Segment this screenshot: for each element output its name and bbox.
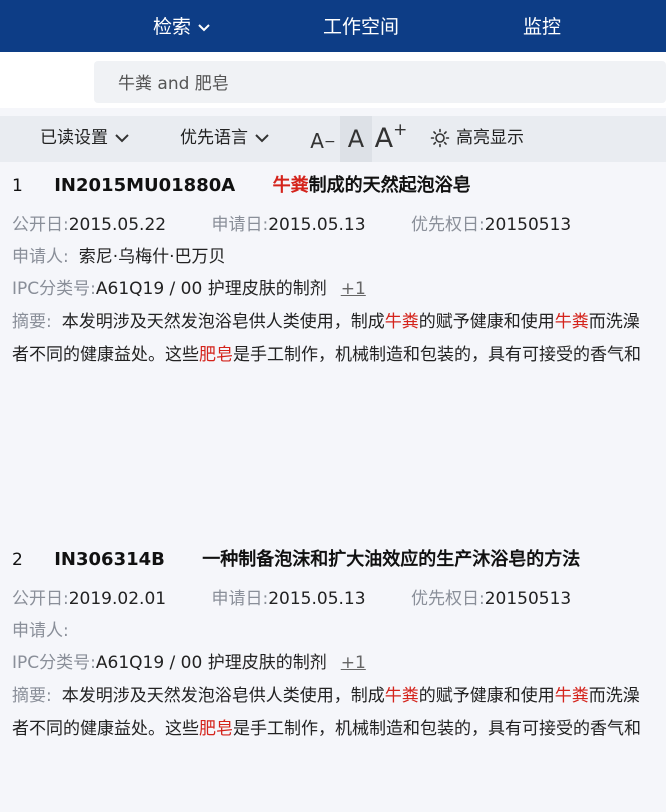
ipc-row: IPC分类号:A61Q19 / 00 护理皮肤的制剂 +1 (12, 648, 366, 673)
priority-date-label: 优先权日: (410, 589, 485, 609)
nav-search[interactable]: 检索 (153, 0, 211, 52)
result-header: 1 IN2015MU01880A 牛粪制成的天然起泡浴皂 (12, 171, 471, 197)
font-smaller-button[interactable]: A− (308, 116, 338, 162)
priority-date-value: 20150513 (484, 589, 572, 609)
ipc-row: IPC分类号:A61Q19 / 00 护理皮肤的制剂 +1 (12, 274, 366, 299)
title-text: 制成的天然起泡浴皂 (308, 175, 471, 196)
nav-workspace[interactable]: 工作空间 (323, 0, 399, 52)
search-box (94, 61, 666, 103)
chevron-down-icon (198, 23, 210, 31)
app-date-value: 2015.05.13 (268, 589, 366, 609)
patent-title[interactable]: 牛粪制成的天然起泡浴皂 (273, 175, 471, 196)
title-text: 一种制备泡沫和扩大油效应的生产沐浴皂的方法 (202, 549, 581, 570)
chevron-down-icon (115, 134, 129, 143)
highlight-toggle[interactable]: 高亮显示 (430, 116, 524, 162)
read-settings-dropdown[interactable]: 已读设置 (40, 116, 130, 162)
ipc-more-link[interactable]: +1 (341, 653, 366, 673)
abstract-text: 者不同的健康益处。这些 (12, 719, 199, 739)
app-date-value: 2015.05.13 (268, 215, 366, 235)
title-highlight: 牛粪 (272, 175, 309, 196)
applicant-row: 申请人: (12, 616, 79, 641)
abstract-text: 的赋予健康和使用 (418, 312, 555, 332)
priority-language-dropdown[interactable]: 优先语言 (180, 116, 270, 162)
font-larger-letter: A (374, 123, 394, 154)
font-larger-mark: + (393, 120, 408, 140)
top-nav: 检索 工作空间 监控 (0, 0, 666, 52)
applicant-label: 申请人: (12, 621, 69, 641)
font-smaller-letter: A (310, 129, 324, 153)
read-settings-label: 已读设置 (40, 128, 108, 148)
patent-title[interactable]: 一种制备泡沫和扩大油效应的生产沐浴皂的方法 (202, 549, 580, 570)
abstract-text: 的赋予健康和使用 (418, 686, 555, 706)
abstract-text: 是手工制作，机械制造和包装的，具有可接受的香气和 (233, 345, 641, 365)
result-index: 2 (12, 550, 23, 570)
ipc-more-link[interactable]: +1 (341, 279, 366, 299)
pub-date-value: 2015.05.22 (68, 215, 167, 235)
search-input[interactable] (118, 61, 638, 101)
abstract-text: 者不同的健康益处。这些 (12, 345, 199, 365)
nav-monitor[interactable]: 监控 (523, 0, 561, 52)
pub-date-label: 公开日: (12, 215, 69, 235)
abstract-highlight: 牛粪 (554, 686, 589, 706)
abstract-line-1: 摘要: 本发明涉及天然发泡浴皂供人类使用，制成牛粪的赋予健康和使用牛粪而洗澡 (12, 307, 640, 332)
pub-date-label: 公开日: (12, 589, 69, 609)
ipc-value: A61Q19 / 00 护理皮肤的制剂 (95, 279, 327, 299)
dates-row: 公开日:2019.02.01 申请日:2015.05.13 优先权日:20150… (12, 584, 571, 609)
applicant-row: 申请人: 索尼·乌梅什·巴万贝 (12, 242, 226, 267)
search-band (0, 52, 666, 108)
abstract-line-2: 者不同的健康益处。这些肥皂是手工制作，机械制造和包装的，具有可接受的香气和 (12, 714, 641, 739)
font-default-letter: A (347, 125, 365, 153)
font-larger-button[interactable]: A+ (374, 116, 408, 162)
abstract-text: 本发明涉及天然发泡浴皂供人类使用，制成 (61, 686, 385, 706)
abstract-text: 而洗澡 (588, 312, 640, 332)
abstract-line-2: 者不同的健康益处。这些肥皂是手工制作，机械制造和包装的，具有可接受的香气和 (12, 340, 641, 365)
abstract-text: 是手工制作，机械制造和包装的，具有可接受的香气和 (233, 719, 641, 739)
priority-date-value: 20150513 (484, 215, 572, 235)
patent-id[interactable]: IN306314B (54, 549, 165, 570)
abstract-text: 而洗澡 (588, 686, 640, 706)
app-date-label: 申请日: (211, 589, 269, 609)
chevron-down-icon (255, 134, 269, 143)
sun-icon (430, 128, 450, 148)
pub-date-value: 2019.02.01 (68, 589, 167, 609)
font-default-button[interactable]: A (340, 116, 372, 162)
abstract-label: 摘要: (12, 312, 52, 332)
applicant-label: 申请人: (12, 247, 69, 267)
ipc-value: A61Q19 / 00 护理皮肤的制剂 (95, 653, 327, 673)
abstract-highlight: 牛粪 (384, 312, 419, 332)
applicant-value: 索尼·乌梅什·巴万贝 (78, 247, 226, 267)
result-toolbar: 已读设置 优先语言 A− A A+ 高亮显示 (0, 116, 666, 162)
ipc-label: IPC分类号: (12, 279, 96, 299)
result-header: 2 IN306314B 一种制备泡沫和扩大油效应的生产沐浴皂的方法 (12, 545, 580, 571)
app-date-label: 申请日: (211, 215, 269, 235)
abstract-line-1: 摘要: 本发明涉及天然发泡浴皂供人类使用，制成牛粪的赋予健康和使用牛粪而洗澡 (12, 681, 640, 706)
priority-date-label: 优先权日: (410, 215, 485, 235)
highlight-label: 高亮显示 (456, 128, 524, 148)
abstract-highlight: 牛粪 (384, 686, 419, 706)
ipc-label: IPC分类号: (12, 653, 96, 673)
abstract-text: 本发明涉及天然发泡浴皂供人类使用，制成 (61, 312, 385, 332)
abstract-highlight: 肥皂 (199, 719, 233, 739)
nav-search-label: 检索 (153, 16, 192, 38)
abstract-highlight: 牛粪 (554, 312, 589, 332)
priority-language-label: 优先语言 (180, 128, 248, 148)
font-smaller-mark: − (323, 134, 336, 150)
dates-row: 公开日:2015.05.22 申请日:2015.05.13 优先权日:20150… (12, 210, 571, 235)
abstract-label: 摘要: (12, 686, 52, 706)
patent-id[interactable]: IN2015MU01880A (54, 175, 235, 196)
result-index: 1 (12, 176, 23, 196)
abstract-highlight: 肥皂 (199, 345, 233, 365)
